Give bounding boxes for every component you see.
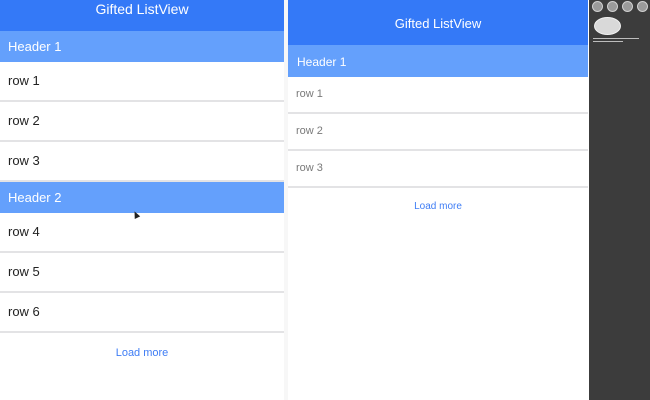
left-row-5[interactable]: row 5 [0, 253, 284, 293]
zoom-icon[interactable] [622, 1, 633, 12]
left-list-view: Gifted ListView Header 1 row 1 row 2 row… [0, 0, 284, 400]
left-row-4[interactable]: row 4 [0, 213, 284, 253]
minimize-icon[interactable] [607, 1, 618, 12]
right-load-more-button[interactable]: Load more [288, 188, 588, 226]
fullscreen-icon[interactable] [637, 1, 648, 12]
right-row-2[interactable]: row 2 [288, 114, 588, 151]
thumbnail-caption-line [593, 41, 623, 42]
preview-thumbnail[interactable] [594, 17, 621, 35]
right-list-view: Gifted ListView Header 1 row 1 row 2 row… [288, 0, 588, 400]
left-row-6[interactable]: row 6 [0, 293, 284, 333]
right-row-1[interactable]: row 1 [288, 77, 588, 114]
left-section-header-2: Header 2 [0, 182, 284, 213]
close-icon[interactable] [592, 1, 603, 12]
left-section-header-1: Header 1 [0, 31, 284, 62]
left-nav-title: Gifted ListView [0, 0, 284, 31]
inspector-sidebar [589, 0, 650, 400]
right-section-header-1: Header 1 [288, 45, 588, 77]
left-row-1[interactable]: row 1 [0, 62, 284, 102]
left-row-3[interactable]: row 3 [0, 142, 284, 182]
thumbnail-caption-line [593, 38, 639, 39]
right-row-3[interactable]: row 3 [288, 151, 588, 188]
left-load-more-button[interactable]: Load more [0, 333, 284, 373]
right-nav-title: Gifted ListView [288, 0, 588, 45]
left-row-2[interactable]: row 2 [0, 102, 284, 142]
